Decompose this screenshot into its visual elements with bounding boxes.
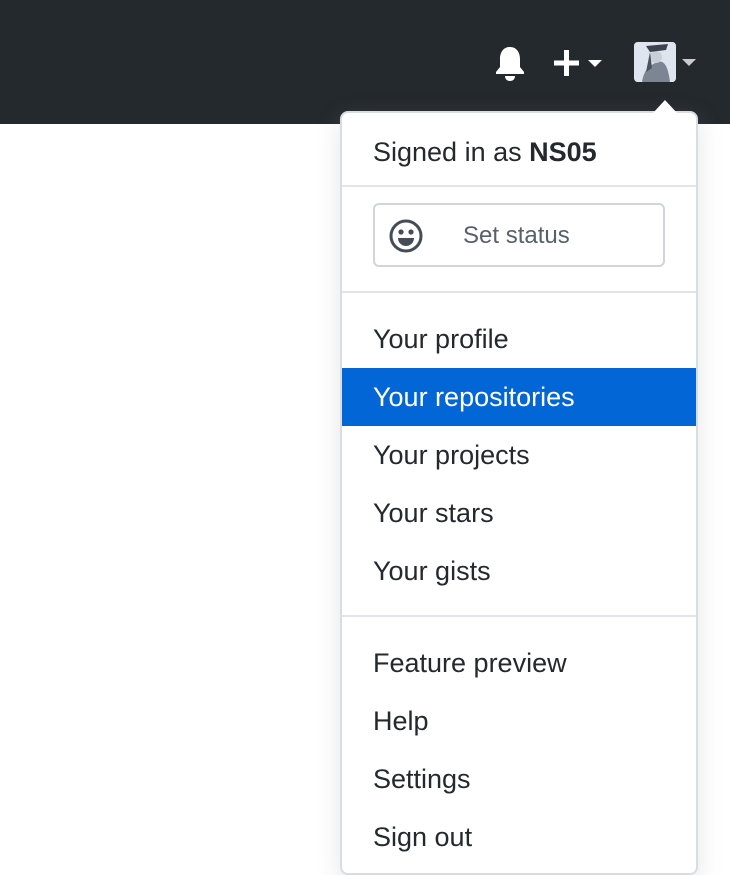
bell-icon <box>496 47 524 81</box>
user-dropdown-menu: Signed in as NS05 Set status Your profil… <box>340 100 698 875</box>
menu-item-label: Help <box>373 706 429 736</box>
menu-item-help[interactable]: Help <box>342 692 696 750</box>
set-status-label: Set status <box>463 222 570 249</box>
set-status-button[interactable]: Set status <box>373 203 665 267</box>
top-navigation-bar <box>0 0 730 124</box>
signed-in-label: Signed in as <box>373 137 522 167</box>
username: NS05 <box>529 137 597 167</box>
dropdown-pointer <box>653 100 677 113</box>
menu-item-label: Your stars <box>373 498 494 528</box>
chevron-down-icon <box>588 60 602 67</box>
menu-item-label: Settings <box>373 764 471 794</box>
menu-item-label: Feature preview <box>373 648 567 678</box>
menu-item-your-profile[interactable]: Your profile <box>342 310 696 368</box>
divider <box>342 615 696 617</box>
menu-item-label: Your repositories <box>373 382 575 412</box>
menu-item-label: Your profile <box>373 324 509 354</box>
menu-item-settings[interactable]: Settings <box>342 750 696 808</box>
divider <box>342 185 696 187</box>
menu-item-label: Your gists <box>373 556 491 586</box>
menu-item-your-repositories[interactable]: Your repositories <box>342 368 696 426</box>
menu-item-label: Your projects <box>373 440 530 470</box>
user-menu-button[interactable] <box>634 42 702 84</box>
menu-item-feature-preview[interactable]: Feature preview <box>342 634 696 692</box>
menu-item-your-gists[interactable]: Your gists <box>342 542 696 600</box>
smiley-icon <box>389 219 423 253</box>
menu-item-sign-out[interactable]: Sign out <box>342 808 696 866</box>
menu-item-your-stars[interactable]: Your stars <box>342 484 696 542</box>
create-new-button[interactable] <box>552 44 608 82</box>
plus-icon <box>554 50 579 76</box>
signed-in-header: Signed in as NS05 <box>373 135 597 169</box>
chevron-down-icon <box>682 59 696 66</box>
divider <box>342 291 696 293</box>
menu-item-your-projects[interactable]: Your projects <box>342 426 696 484</box>
notifications-button[interactable] <box>492 44 528 82</box>
avatar <box>634 42 676 82</box>
menu-item-label: Sign out <box>373 822 473 852</box>
